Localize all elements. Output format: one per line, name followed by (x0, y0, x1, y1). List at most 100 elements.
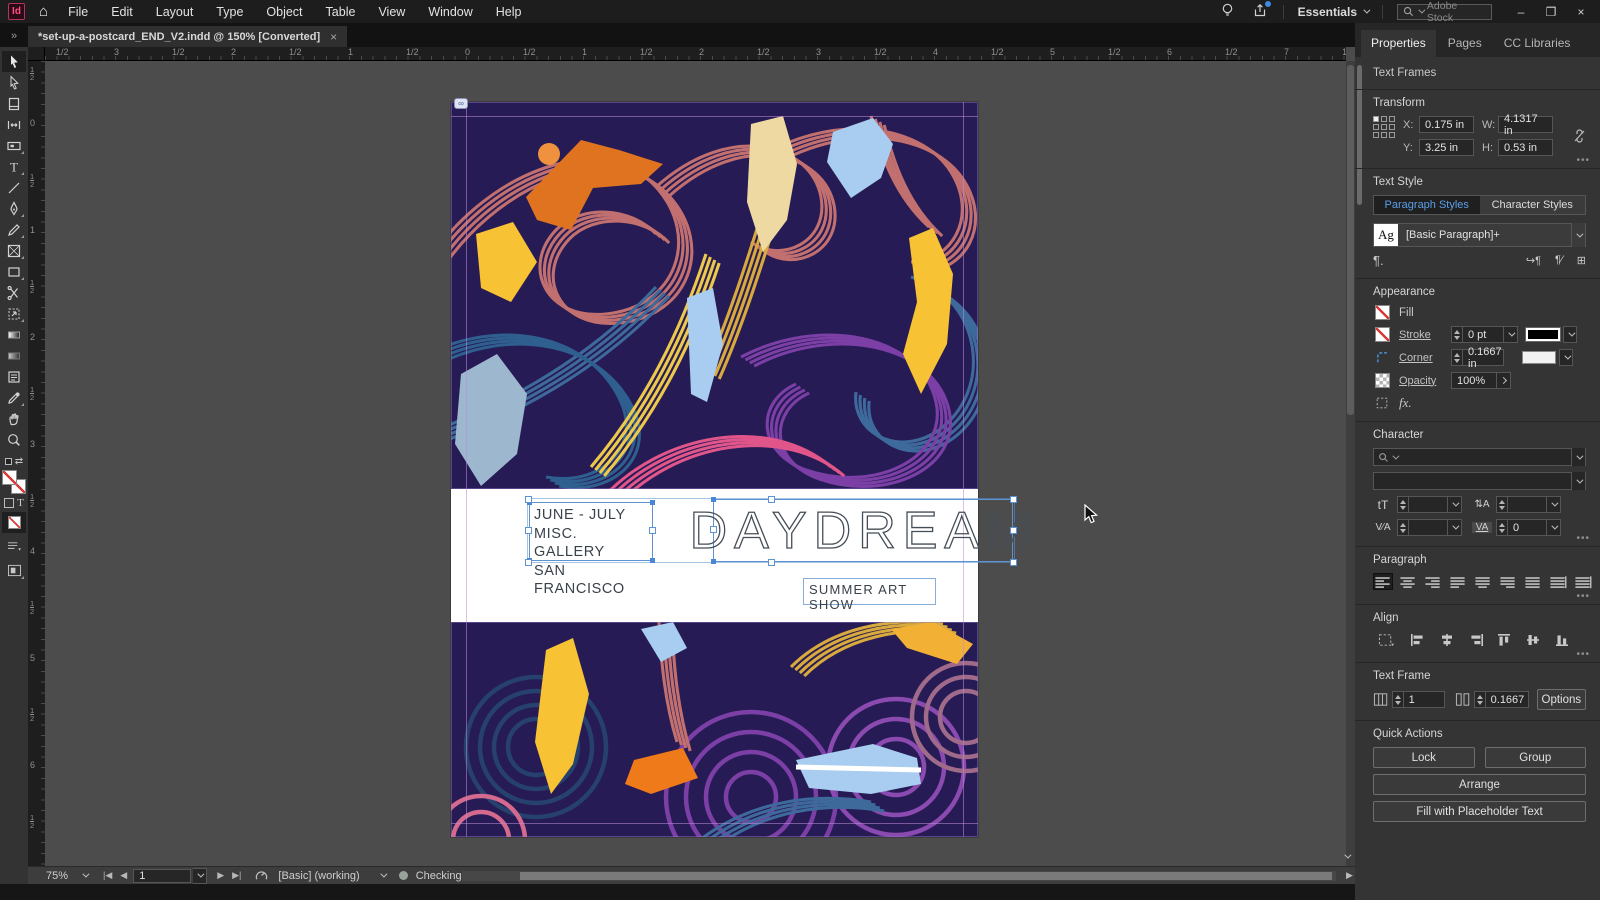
paragraph-align-left-icon[interactable] (1373, 573, 1393, 590)
y-input[interactable]: 3.25 in (1419, 139, 1474, 156)
swap-fill-stroke-icon[interactable]: ⇄ (4, 456, 23, 467)
gap-tool[interactable] (2, 114, 26, 135)
vertical-ruler[interactable]: 12 0 12 1 12 2 12 3 12 4 12 5 12 6 12 (28, 61, 45, 866)
tracking-stepper[interactable] (1496, 519, 1507, 536)
document-tab[interactable]: *set-up-a-postcard_END_V2.indd @ 150% [C… (28, 26, 348, 47)
leading-chevron-icon[interactable] (1547, 496, 1561, 513)
frame-handle[interactable] (649, 527, 656, 534)
font-style-chevron-icon[interactable] (1571, 472, 1585, 490)
paragraph-align-toward-spine-icon[interactable] (1548, 573, 1568, 590)
constrain-proportions-icon[interactable] (1573, 116, 1586, 156)
selection-handle[interactable] (1010, 559, 1017, 566)
stroke-color-swatch[interactable] (1525, 327, 1561, 342)
tab-pages[interactable]: Pages (1438, 30, 1492, 57)
tab-properties[interactable]: Properties (1361, 30, 1436, 57)
fill-placeholder-button[interactable]: Fill with Placeholder Text (1373, 801, 1586, 822)
align-v-bottom-icon[interactable] (1553, 631, 1573, 648)
paragraph-style-name[interactable]: [Basic Paragraph]+ (1400, 229, 1571, 241)
paragraph-justify-center-icon[interactable] (1473, 573, 1493, 590)
paragraph-align-right-icon[interactable] (1423, 573, 1443, 590)
pen-tool[interactable] (2, 198, 26, 219)
transform-more-options[interactable]: ••• (1576, 155, 1590, 166)
tab-cc-libraries[interactable]: CC Libraries (1494, 30, 1581, 57)
gutter-input[interactable]: 0.1667 (1484, 691, 1529, 708)
menu-item-edit[interactable]: Edit (111, 5, 133, 19)
style-dropdown-chevron-icon[interactable] (1571, 223, 1585, 247)
stroke-weight-chevron-icon[interactable] (1504, 326, 1518, 343)
gradient-swatch-tool[interactable] (2, 324, 26, 345)
selection-handle[interactable] (768, 496, 775, 503)
align-more-options[interactable]: ••• (1576, 649, 1590, 660)
gradient-feather-tool[interactable] (2, 345, 26, 366)
stroke-weight-input[interactable]: 0 pt (1462, 326, 1504, 343)
selection-handle[interactable] (525, 496, 532, 503)
page-number-input[interactable]: 1 (133, 868, 192, 883)
selection-handle[interactable] (525, 527, 532, 534)
close-button[interactable]: × (1566, 1, 1596, 23)
corner-label[interactable]: Corner (1399, 352, 1451, 364)
corner-radius-stepper[interactable] (1451, 349, 1462, 366)
preflight-icon[interactable] (255, 869, 268, 882)
selection-handle[interactable] (1010, 527, 1017, 534)
character-more-options[interactable]: ••• (1576, 533, 1590, 544)
h-input[interactable]: 0.53 in (1498, 139, 1553, 156)
formatting-affects-container-icon[interactable] (4, 498, 15, 508)
stroke-color-chevron-icon[interactable] (1563, 326, 1577, 343)
stroke-label[interactable]: Stroke (1399, 329, 1451, 341)
paragraph-styles-tab[interactable]: Paragraph Styles (1374, 196, 1480, 214)
learn-lightbulb-icon[interactable] (1219, 3, 1237, 21)
menu-item-file[interactable]: File (68, 5, 88, 19)
restore-button[interactable]: ❐ (1536, 1, 1566, 23)
paragraph-more-options[interactable]: ••• (1576, 591, 1590, 602)
tracking-chevron-icon[interactable] (1547, 519, 1561, 536)
selection-handle[interactable] (768, 559, 775, 566)
frame-handle[interactable] (710, 526, 717, 533)
eyedropper-tool[interactable] (2, 387, 26, 408)
font-size-chevron-icon[interactable] (1448, 496, 1462, 513)
selection-handle[interactable] (525, 559, 532, 566)
align-v-middle-icon[interactable] (1524, 631, 1544, 648)
corner-radius-input[interactable]: 0.1667 in (1462, 346, 1504, 370)
x-input[interactable]: 0.175 in (1419, 116, 1474, 133)
w-input[interactable]: 4.1317 in (1498, 113, 1553, 137)
leading-input[interactable] (1507, 496, 1547, 513)
horizontal-scrollbar[interactable] (462, 871, 1336, 881)
vertical-scrollbar[interactable] (1346, 61, 1355, 866)
align-v-top-icon[interactable] (1495, 631, 1515, 648)
page-tool[interactable] (2, 93, 26, 114)
hand-tool[interactable] (2, 408, 26, 429)
kerning-chevron-icon[interactable] (1448, 519, 1462, 536)
last-page-icon[interactable]: ▶| (232, 870, 241, 881)
next-page-icon[interactable]: ▶ (217, 870, 224, 881)
new-style-icon[interactable]: ⊞ (1577, 254, 1586, 267)
zoom-chevron-icon[interactable] (82, 870, 90, 878)
paragraph-mark-icon[interactable]: ¶. (1373, 253, 1384, 268)
subtitle-text-frame[interactable]: SUMMER ART SHOW (803, 578, 936, 612)
selection-handle[interactable] (1010, 496, 1017, 503)
frame-fitting-icon[interactable] (1375, 396, 1389, 410)
columns-stepper[interactable] (1392, 691, 1403, 708)
corner-shape-swatch[interactable] (1522, 351, 1556, 364)
menu-item-window[interactable]: Window (428, 5, 472, 19)
zoom-level[interactable]: 75% (46, 870, 68, 882)
font-size-input[interactable] (1408, 496, 1448, 513)
prev-page-icon[interactable]: ◀ (120, 870, 127, 881)
text-frame-options-button[interactable]: Options (1536, 689, 1587, 710)
pencil-tool[interactable] (2, 219, 26, 240)
formatting-affects-text-icon[interactable]: T (17, 497, 24, 509)
panel-overflow-chevrons[interactable]: » (0, 30, 28, 47)
align-to-selector[interactable] (1373, 631, 1399, 648)
note-tool[interactable] (2, 366, 26, 387)
redefine-style-icon[interactable]: ↪¶ (1526, 254, 1541, 267)
line-tool[interactable] (2, 177, 26, 198)
fill-proxy-swatch[interactable] (2, 470, 17, 485)
apply-none-button[interactable] (2, 512, 26, 533)
kerning-input[interactable] (1408, 519, 1448, 536)
ruler-origin-corner[interactable] (28, 47, 45, 61)
paragraph-align-center-icon[interactable] (1398, 573, 1418, 590)
align-h-left-icon[interactable] (1408, 631, 1428, 648)
preflight-chevron-icon[interactable] (380, 870, 388, 878)
frame-tool[interactable] (2, 240, 26, 261)
tracking-input[interactable]: 0 (1507, 519, 1547, 536)
document-canvas[interactable]: ∞ JUNE - JULY MISC. GALLERY SAN FRANCISC… (45, 61, 1346, 866)
